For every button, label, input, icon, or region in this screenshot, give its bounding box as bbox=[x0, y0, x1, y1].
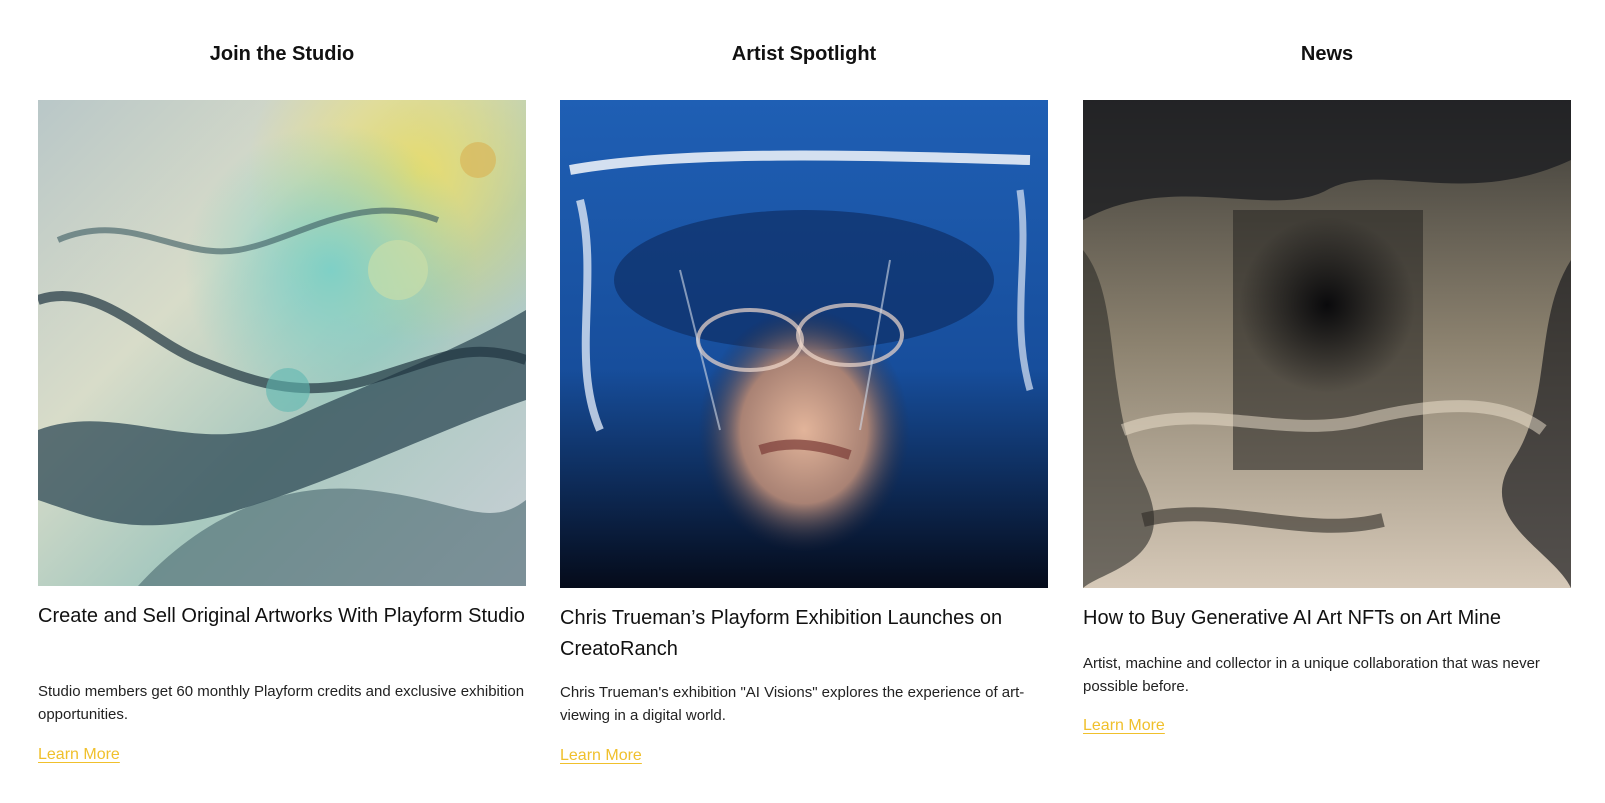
card-description: Artist, machine and collector in a uniqu… bbox=[1083, 655, 1540, 695]
card-title: Chris Trueman’s Playform Exhibition Laun… bbox=[560, 607, 1003, 660]
abstract-marbled-artwork-image[interactable] bbox=[38, 100, 526, 586]
column-heading: News bbox=[1300, 43, 1354, 65]
learn-more-link[interactable]: Learn More bbox=[38, 745, 120, 765]
column-heading: Artist Spotlight bbox=[731, 43, 877, 65]
column-heading: Join the Studio bbox=[209, 43, 355, 65]
card-title: How to Buy Generative AI Art NFTs on Art… bbox=[1083, 607, 1501, 629]
card-description: Chris Trueman's exhibition "AI Visions" … bbox=[560, 684, 1025, 724]
generative-tunnel-artwork-image[interactable] bbox=[1083, 100, 1571, 588]
card-title: Create and Sell Original Artworks With P… bbox=[38, 605, 525, 627]
learn-more-link[interactable]: Learn More bbox=[560, 746, 642, 766]
learn-more-link[interactable]: Learn More bbox=[1083, 716, 1165, 736]
feature-grid: Join the Studio Create and Sell Original… bbox=[0, 0, 1605, 803]
distorted-portrait-artwork-image[interactable] bbox=[560, 100, 1048, 588]
card-description: Studio members get 60 monthly Playform c… bbox=[38, 683, 525, 723]
